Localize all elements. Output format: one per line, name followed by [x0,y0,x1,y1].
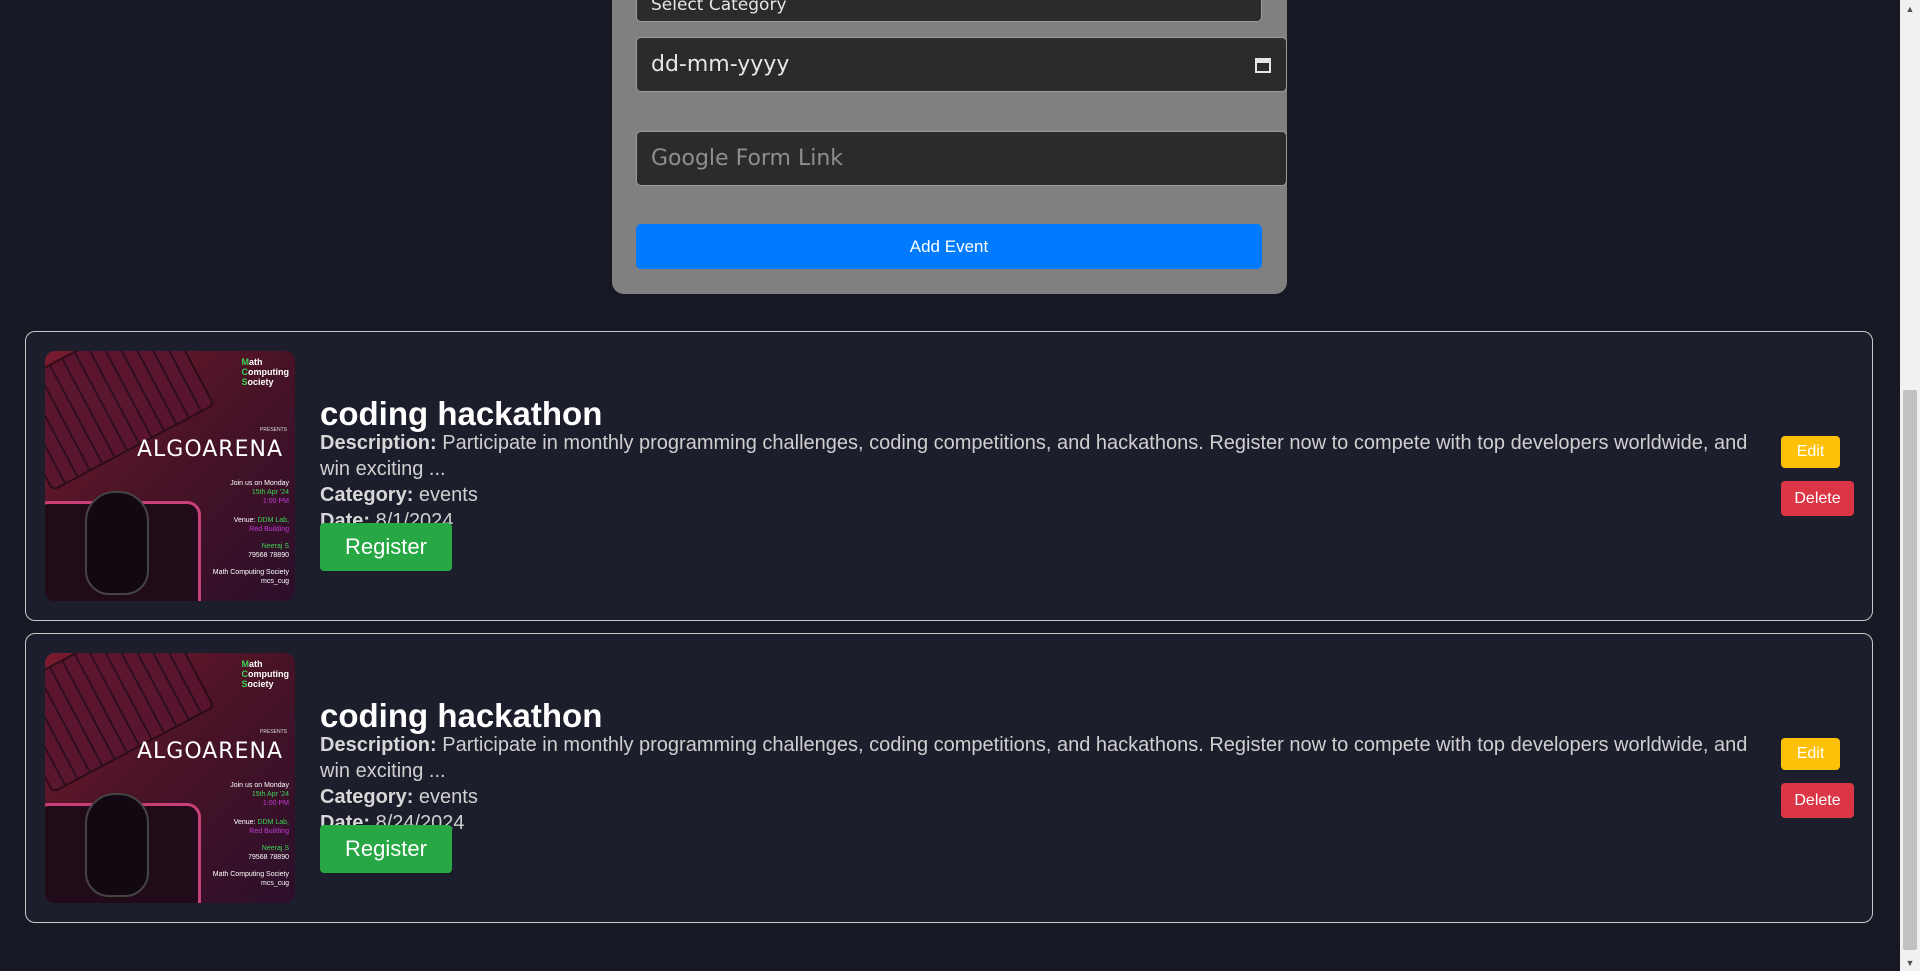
keyboard-illustration [45,351,215,492]
mouse-illustration [85,793,149,897]
event-category: events [418,786,478,808]
event-poster: Math Computing Society PRESENTS ALGOAREN… [45,351,295,601]
google-form-link-placeholder: Google Form Link [651,146,844,171]
poster-title: ALGOARENA [136,739,283,764]
poster-info: Join us on Monday 15th Apr '24 1:00 PM V… [212,782,289,887]
delete-button[interactable]: Delete [1781,783,1854,818]
event-description: Participate in monthly programming chall… [320,734,1748,782]
event-category: events [418,484,478,506]
poster-info: Join us on Monday 15th Apr '24 1:00 PM V… [212,480,289,585]
category-select-value: Select Category [651,0,787,15]
event-form: Select Category dd-mm-yyyy Google Form L… [612,0,1287,294]
poster-brand: Math Computing Society [241,357,290,387]
category-select[interactable]: Select Category [636,0,1262,22]
google-form-link-input[interactable]: Google Form Link [636,131,1287,186]
event-details: Description: Participate in monthly prog… [320,734,1748,834]
event-title: coding hackathon [320,697,603,734]
event-poster: Math Computing Society PRESENTS ALGOAREN… [45,653,295,903]
keyboard-illustration [45,653,215,794]
scroll-down-arrow-icon[interactable]: ▼ [1900,954,1920,971]
event-card: Math Computing Society PRESENTS ALGOAREN… [25,633,1873,923]
edit-button[interactable]: Edit [1781,436,1840,468]
poster-presents: PRESENTS [260,427,287,433]
poster-title: ALGOARENA [136,437,283,462]
mouse-illustration [85,491,149,595]
calendar-icon[interactable] [1254,56,1272,74]
register-button[interactable]: Register [320,825,452,873]
poster-presents: PRESENTS [260,729,287,735]
delete-button[interactable]: Delete [1781,481,1854,516]
event-details: Description: Participate in monthly prog… [320,432,1748,532]
scrollbar-thumb[interactable] [1903,390,1917,950]
scrollbar[interactable]: ▲ ▼ [1900,0,1920,971]
date-placeholder: dd-mm-yyyy [651,52,790,77]
event-card: Math Computing Society PRESENTS ALGOAREN… [25,331,1873,621]
event-description: Participate in monthly programming chall… [320,432,1748,480]
edit-button[interactable]: Edit [1781,738,1840,770]
date-input[interactable]: dd-mm-yyyy [636,37,1287,92]
scroll-up-arrow-icon[interactable]: ▲ [1900,0,1920,17]
register-button[interactable]: Register [320,523,452,571]
event-title: coding hackathon [320,395,603,432]
poster-brand: Math Computing Society [241,659,290,689]
add-event-button[interactable]: Add Event [636,224,1262,269]
